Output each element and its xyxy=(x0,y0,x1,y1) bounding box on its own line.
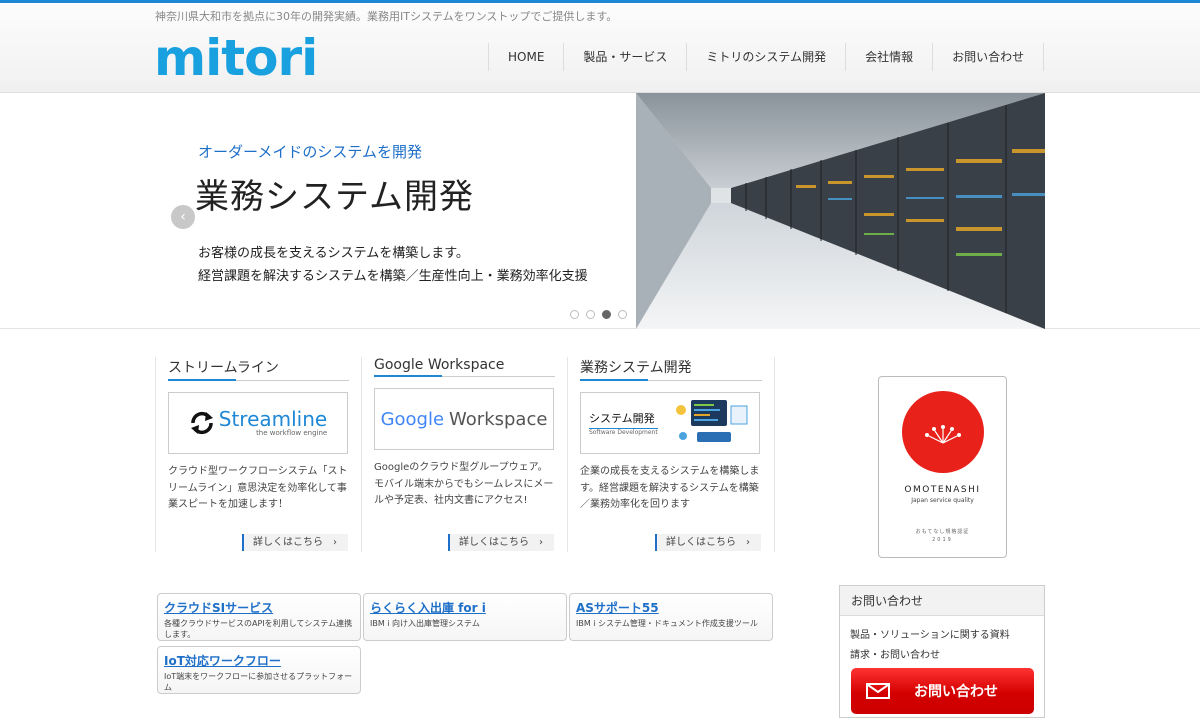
hero-slider: オーダーメイドのシステムを開発 業務システム開発 お客様の成長を支えるシステムを… xyxy=(0,93,1200,329)
streamline-logo-text: Streamline xyxy=(218,407,328,431)
omotenashi-emblem xyxy=(901,391,984,473)
contact-widget: お問い合わせ 製品・ソリューションに関する資料 請求・お問い合わせ お問い合わせ xyxy=(839,585,1045,718)
card-text: クラウド型ワークフローシステム「ストリームライン」意思決定を効率化して事業スピー… xyxy=(168,466,348,510)
mail-icon xyxy=(866,683,890,699)
slider-dots xyxy=(570,310,627,319)
card-text: Googleのクラウド型グループウェア。モバイル端末からでもシームレスにメールや… xyxy=(374,462,554,506)
slider-dot[interactable] xyxy=(570,310,579,319)
card-google-workspace: Google Workspace Google Workspace Google… xyxy=(361,357,567,552)
contact-line-2: 請求・お問い合わせ xyxy=(850,650,940,661)
google-logo-text: Google xyxy=(380,408,445,430)
site-header: 神奈川県大和市を拠点に30年の開発実績。業務用ITシステムをワンストップでご提供… xyxy=(0,3,1200,93)
system-dev-logo[interactable]: システム開発 Software Development xyxy=(580,392,760,454)
flower-icon xyxy=(924,425,961,444)
link-description: IBM i 向け入出庫管理システム xyxy=(370,619,480,628)
card-title: ストリームライン xyxy=(168,357,349,381)
mitori-logo[interactable]: mitori xyxy=(154,29,318,87)
contact-button-label: お問い合わせ xyxy=(914,684,998,700)
nav-home[interactable]: HOME xyxy=(489,43,565,71)
more-link[interactable]: 詳しくはこちら › xyxy=(448,534,554,551)
slider-dot[interactable] xyxy=(586,310,595,319)
datacenter-image xyxy=(636,93,1045,329)
contact-heading: お問い合わせ xyxy=(840,586,1044,616)
link-description: 各種クラウドサービスのAPIを利用してシステム連携します。 xyxy=(164,619,353,639)
nav-system-dev[interactable]: ミトリのシステム開発 xyxy=(687,43,847,71)
nav-contact[interactable]: お問い合わせ xyxy=(933,43,1045,71)
link-rakuraku[interactable]: らくらく入出庫 for i IBM i 向け入出庫管理システム xyxy=(363,593,567,641)
link-cloud-si[interactable]: クラウドSIサービス 各種クラウドサービスのAPIを利用してシステム連携します。 xyxy=(157,593,361,641)
link-title[interactable]: らくらく入出庫 for i xyxy=(370,599,560,616)
system-dev-logo-text: システム開発 xyxy=(589,412,655,425)
nav-company[interactable]: 会社情報 xyxy=(846,43,934,71)
slider-prev-button[interactable]: ‹ xyxy=(171,205,195,229)
badge-subtitle: Japan service quality xyxy=(911,497,974,504)
contact-text: 製品・ソリューションに関する資料 請求・お問い合わせ xyxy=(840,616,1044,666)
chevron-left-icon: ‹ xyxy=(180,209,186,225)
slider-dot[interactable] xyxy=(618,310,627,319)
card-system-dev: 業務システム開発 システム開発 Software Development 企業の… xyxy=(567,357,775,552)
hero-description-1: お客様の成長を支えるシステムを構築します。 xyxy=(198,246,469,261)
hero-title: 業務システム開発 xyxy=(195,177,474,217)
computer-icon xyxy=(676,400,748,442)
badge-year: 2019 xyxy=(932,537,953,543)
contact-line-1: 製品・ソリューションに関する資料 xyxy=(850,630,1010,641)
google-workspace-logo[interactable]: Google Workspace xyxy=(374,388,554,450)
badge-title: OMOTENASHI xyxy=(904,485,981,495)
main-nav: HOME 製品・サービス ミトリのシステム開発 会社情報 お問い合わせ xyxy=(488,43,1045,71)
sync-icon xyxy=(190,411,213,435)
nav-products[interactable]: 製品・サービス xyxy=(564,43,688,71)
link-description: IoT端末をワークフローに参加させるプラットフォーム xyxy=(164,672,353,692)
link-description: IBM i システム管理・ドキュメント作成支援ツール xyxy=(576,619,758,628)
system-dev-logo-sub: Software Development xyxy=(589,428,658,436)
more-link[interactable]: 詳しくはこちら › xyxy=(242,534,348,551)
card-title: Google Workspace xyxy=(374,357,555,377)
link-iot-workflow[interactable]: IoT対応ワークフロー IoT端末をワークフローに参加させるプラットフォーム xyxy=(157,646,361,694)
slider-dot-active[interactable] xyxy=(602,310,611,319)
hero-description-2: 経営課題を解決するシステムを構築／生産性向上・業務効率化支援 xyxy=(198,269,588,284)
streamline-logo[interactable]: Streamline the workflow engine xyxy=(168,392,348,454)
link-title[interactable]: IoT対応ワークフロー xyxy=(164,652,354,669)
product-cards: ストリームライン Streamline the workflow engine … xyxy=(155,357,775,552)
site-tagline: 神奈川県大和市を拠点に30年の開発実績。業務用ITシステムをワンストップでご提供… xyxy=(155,10,618,23)
more-link[interactable]: 詳しくはこちら › xyxy=(655,534,761,551)
card-text: 企業の成長を支えるシステムを構築します。経営課題を解決するシステムを構築／業務効… xyxy=(580,466,760,510)
omotenashi-badge[interactable]: OMOTENASHI Japan service quality おもてなし規格… xyxy=(878,376,1007,558)
link-title[interactable]: ASサポート55 xyxy=(576,599,766,616)
badge-certification: おもてなし規格認証 xyxy=(915,529,970,535)
card-title: 業務システム開発 xyxy=(580,357,762,381)
workspace-logo-text: Workspace xyxy=(449,408,548,430)
link-as-support[interactable]: ASサポート55 IBM i システム管理・ドキュメント作成支援ツール xyxy=(569,593,773,641)
link-title[interactable]: クラウドSIサービス xyxy=(164,599,354,616)
card-streamline: ストリームライン Streamline the workflow engine … xyxy=(155,357,361,552)
hero-subtitle: オーダーメイドのシステムを開発 xyxy=(198,143,422,161)
contact-button[interactable]: お問い合わせ xyxy=(851,668,1034,714)
